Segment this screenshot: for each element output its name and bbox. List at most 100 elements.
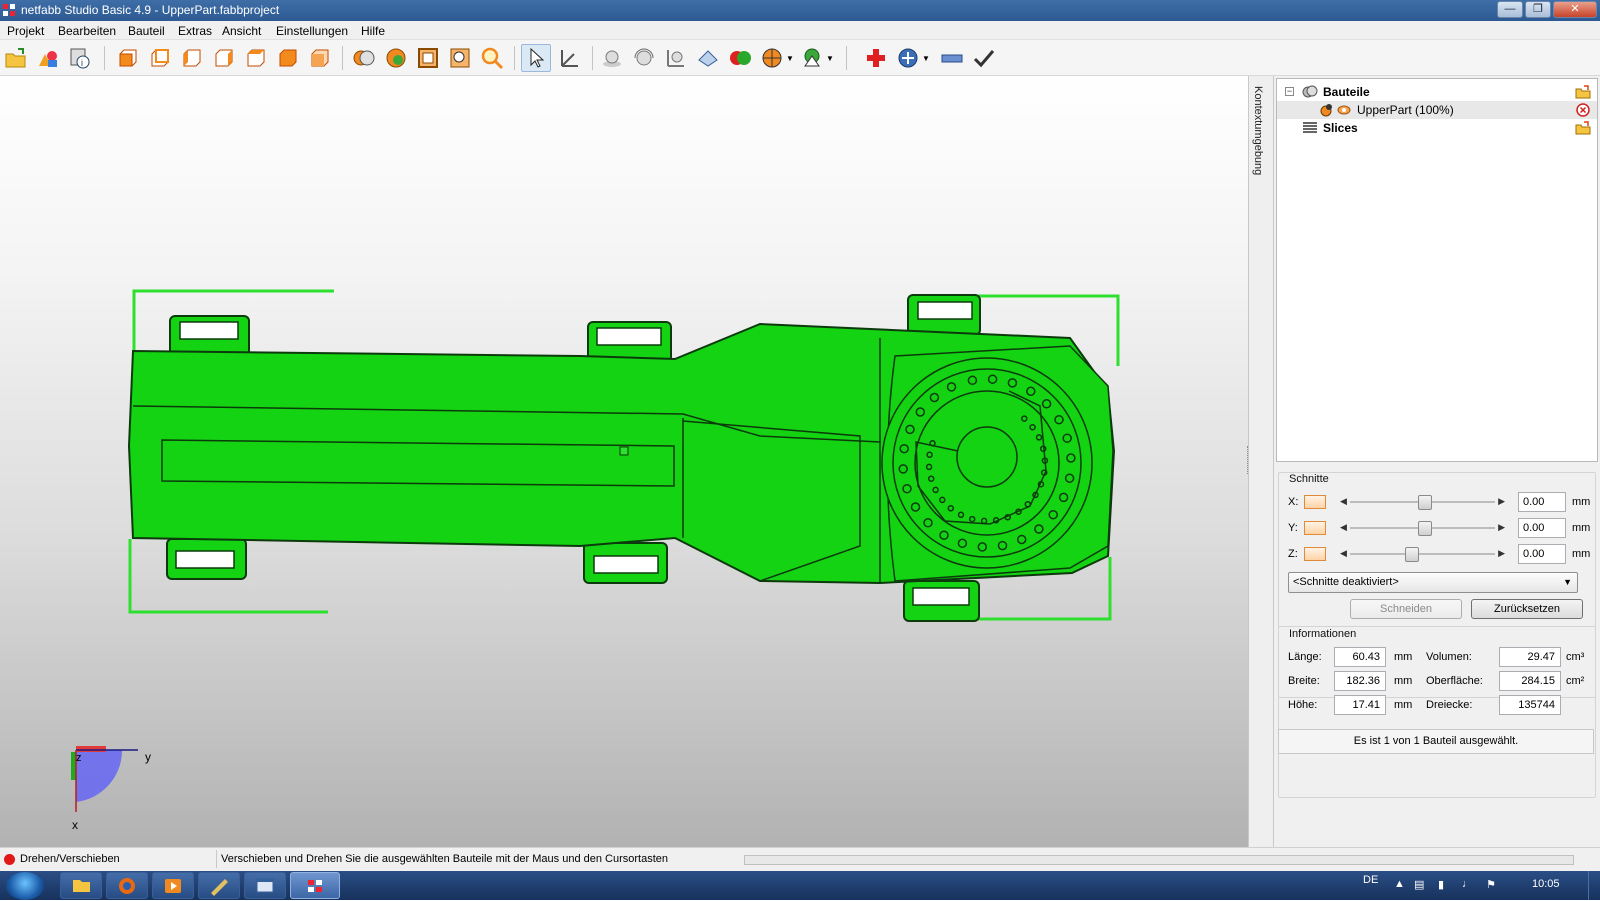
open-parts-icon[interactable]	[1575, 85, 1591, 99]
z-cut-slider[interactable]: ◀ ▶	[1340, 546, 1505, 562]
menu-projekt[interactable]: Projekt	[7, 24, 44, 38]
menu-bar: Projekt Bearbeiten Bauteil Extras Ansich…	[0, 21, 1600, 40]
oberflaeche-unit: cm²	[1566, 675, 1585, 687]
view-back-icon[interactable]	[148, 46, 172, 70]
shell-dropdown-arrow[interactable]: ▼	[922, 54, 930, 63]
shell-icon[interactable]	[896, 46, 920, 70]
context-side-tab[interactable]: Kontextumgebung	[1247, 76, 1274, 847]
menu-bauteil[interactable]: Bauteil	[128, 24, 165, 38]
mode-indicator-icon	[4, 854, 15, 865]
add-part-icon[interactable]	[36, 46, 60, 70]
hoehe-value: 17.41	[1334, 695, 1386, 715]
cut-mode-value: <Schnitte deaktiviert>	[1293, 576, 1399, 588]
boolean-icon[interactable]	[728, 46, 752, 70]
view-right-icon[interactable]	[212, 46, 236, 70]
firefox-icon[interactable]	[106, 872, 148, 899]
window-app-icon[interactable]	[244, 872, 286, 899]
check-icon[interactable]	[972, 46, 996, 70]
dreiecke-value: 135744	[1499, 695, 1561, 715]
view-front-icon[interactable]	[116, 46, 140, 70]
axis-tool-icon[interactable]	[558, 46, 582, 70]
tree-row-slices[interactable]: Slices	[1277, 119, 1597, 137]
view-left-icon[interactable]	[180, 46, 204, 70]
part-render[interactable]	[0, 76, 1248, 847]
z-axis-color-icon[interactable]	[1304, 547, 1326, 561]
sphere-view-icon[interactable]	[384, 46, 408, 70]
menu-ansicht[interactable]: Ansicht	[222, 24, 261, 38]
open-project-icon[interactable]	[4, 46, 28, 70]
axis-y-label: y	[145, 750, 151, 764]
laenge-value: 60.43	[1334, 647, 1386, 667]
x-cut-value[interactable]: 0.00	[1518, 492, 1566, 512]
cut-button[interactable]: Schneiden	[1350, 599, 1462, 619]
rotate-icon[interactable]	[632, 46, 656, 70]
view-bottom-icon[interactable]	[276, 46, 300, 70]
media-player-icon[interactable]	[152, 872, 194, 899]
network-device-icon[interactable]: ▤	[1414, 878, 1424, 891]
y-cut-slider[interactable]: ◀ ▶	[1340, 520, 1505, 536]
slice-dropdown-arrow[interactable]: ▼	[786, 54, 794, 63]
y-cut-unit: mm	[1572, 522, 1591, 534]
axis-indicator	[71, 746, 138, 812]
repair-cross-icon[interactable]	[864, 46, 888, 70]
part-info-icon[interactable]: i	[68, 46, 92, 70]
frame-view-icon[interactable]	[416, 46, 440, 70]
transform-icon[interactable]	[696, 46, 720, 70]
menu-hilfe[interactable]: Hilfe	[361, 24, 385, 38]
menu-einstellungen[interactable]: Einstellungen	[276, 24, 348, 38]
slice-icon[interactable]	[760, 46, 784, 70]
zoom-icon[interactable]	[480, 46, 504, 70]
clock[interactable]: 10:05	[1532, 878, 1560, 890]
menu-extras[interactable]: Extras	[178, 24, 212, 38]
show-desktop-button[interactable]	[1588, 871, 1600, 900]
sketch-app-icon[interactable]	[198, 872, 240, 899]
zoom-selection-icon[interactable]	[448, 46, 472, 70]
measure-dropdown-arrow[interactable]: ▼	[826, 54, 834, 63]
axis-x-label: x	[72, 818, 78, 832]
tree-row-bauteile[interactable]: − Bauteile	[1277, 83, 1597, 101]
signal-icon[interactable]: ▮	[1438, 878, 1444, 891]
ruler-icon[interactable]	[940, 46, 964, 70]
y-cut-value[interactable]: 0.00	[1518, 518, 1566, 538]
open-slices-icon[interactable]	[1575, 121, 1591, 135]
z-cut-value[interactable]: 0.00	[1518, 544, 1566, 564]
visibility-eye-icon[interactable]	[1337, 104, 1351, 116]
tree-row-upperpart[interactable]: UpperPart (100%)	[1277, 101, 1597, 119]
close-button[interactable]: ✕	[1553, 1, 1597, 18]
chevron-down-icon: ▼	[1563, 577, 1572, 587]
part-tree: − Bauteile UpperPart (100%) Slices	[1276, 78, 1598, 462]
explorer-icon[interactable]	[60, 872, 102, 899]
render-mode-icon[interactable]	[352, 46, 376, 70]
move-icon[interactable]	[600, 46, 624, 70]
z-cut-unit: mm	[1572, 548, 1591, 560]
splitter-grip[interactable]	[1247, 446, 1250, 474]
select-tool-icon[interactable]	[524, 46, 548, 70]
info-heading: Informationen	[1287, 628, 1359, 640]
toolbar: i ▼ ▼ ▼	[0, 40, 1600, 76]
remove-part-icon[interactable]	[1576, 103, 1590, 117]
cut-mode-select[interactable]: <Schnitte deaktiviert> ▼	[1288, 572, 1578, 593]
start-button-icon[interactable]	[6, 872, 44, 900]
reset-button[interactable]: Zurücksetzen	[1471, 599, 1583, 619]
collapse-toggle-icon[interactable]: −	[1285, 87, 1294, 96]
scale-icon[interactable]	[664, 46, 688, 70]
tray-expand-icon[interactable]: ▲	[1394, 878, 1405, 890]
y-axis-color-icon[interactable]	[1304, 521, 1326, 535]
x-cut-slider[interactable]: ◀ ▶	[1340, 494, 1505, 510]
3d-viewport[interactable]: y x z	[0, 76, 1248, 847]
view-iso-icon[interactable]	[308, 46, 332, 70]
maximize-button[interactable]: ❐	[1525, 1, 1551, 18]
action-center-flag-icon[interactable]: ⚑	[1486, 878, 1496, 891]
volumen-unit: cm³	[1566, 651, 1585, 663]
netfabb-taskbar-icon[interactable]	[290, 872, 340, 899]
menu-bearbeiten[interactable]: Bearbeiten	[58, 24, 116, 38]
minimize-button[interactable]: —	[1497, 1, 1523, 18]
view-top-icon[interactable]	[244, 46, 268, 70]
language-indicator[interactable]: DE	[1363, 874, 1378, 886]
x-axis-color-icon[interactable]	[1304, 495, 1326, 509]
measure-icon[interactable]	[800, 46, 824, 70]
hoehe-unit: mm	[1394, 699, 1413, 711]
volume-icon[interactable]: ♩	[1462, 878, 1473, 890]
y-axis-label: Y:	[1288, 522, 1298, 534]
title-bar: netfabb Studio Basic 4.9 - UpperPart.fab…	[0, 0, 1600, 21]
